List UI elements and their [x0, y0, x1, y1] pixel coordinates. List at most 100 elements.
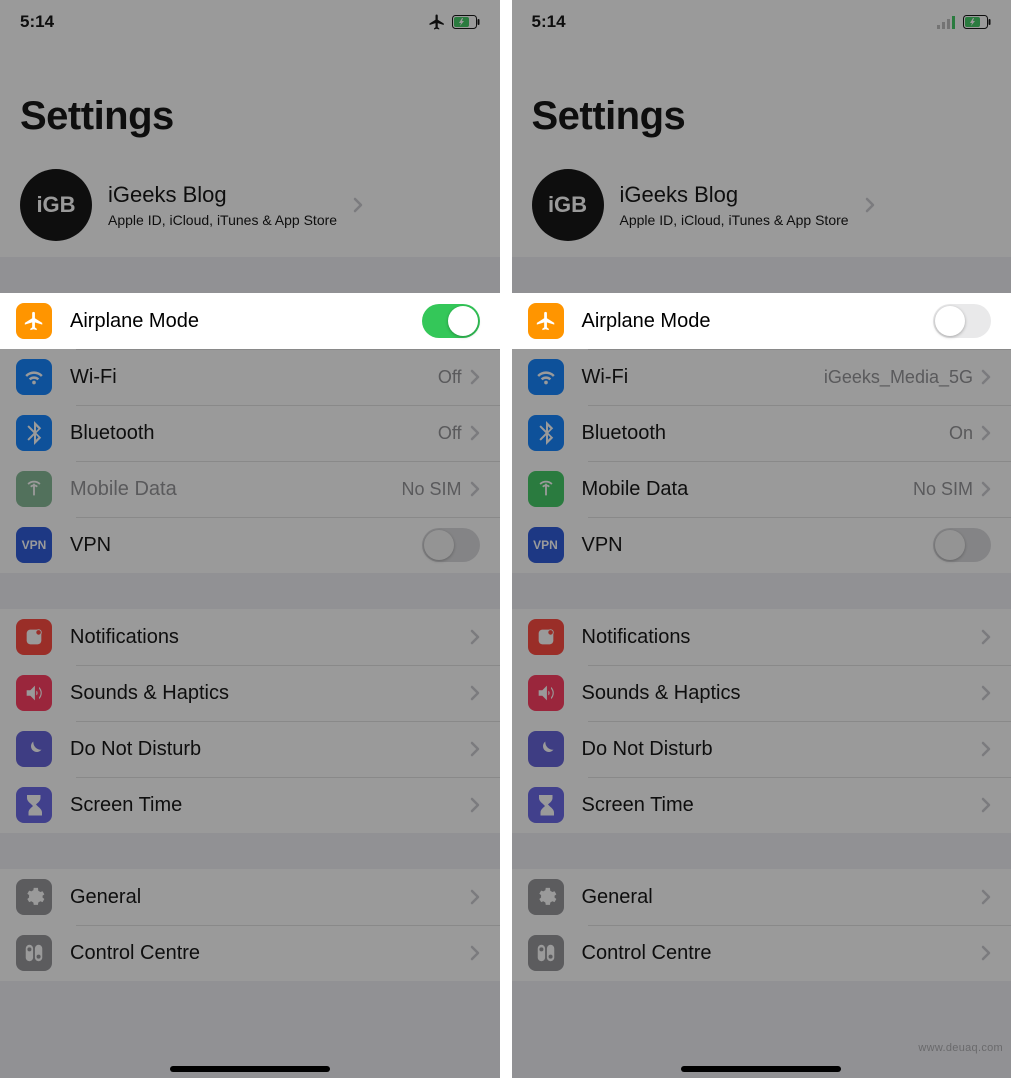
apple-id-sub: Apple ID, iCloud, iTunes & App Store: [108, 212, 337, 228]
row-sounds[interactable]: Sounds & Haptics: [512, 665, 1011, 721]
vpn-label: VPN: [70, 534, 422, 557]
row-vpn[interactable]: VPN VPN: [0, 517, 500, 573]
row-sounds[interactable]: Sounds & Haptics: [0, 665, 500, 721]
title-area: Settings: [0, 44, 500, 153]
chevron-right-icon: [470, 797, 480, 813]
chevron-right-icon: [470, 741, 480, 757]
wifi-value: Off: [438, 367, 462, 388]
chevron-right-icon: [981, 629, 991, 645]
row-general[interactable]: General: [512, 869, 1011, 925]
sounds-label: Sounds & Haptics: [582, 682, 982, 705]
general-label: General: [582, 886, 982, 909]
row-notifications[interactable]: Notifications: [512, 609, 1011, 665]
row-control-centre[interactable]: Control Centre: [512, 925, 1011, 981]
row-control-centre[interactable]: Control Centre: [0, 925, 500, 981]
moon-icon: [528, 731, 564, 767]
row-notifications[interactable]: Notifications: [0, 609, 500, 665]
page-title: Settings: [532, 94, 992, 139]
airplane-label: Airplane Mode: [70, 310, 422, 333]
row-wifi[interactable]: Wi-Fi Off: [0, 349, 500, 405]
row-dnd[interactable]: Do Not Disturb: [512, 721, 1011, 777]
chevron-right-icon: [470, 369, 480, 385]
status-bar: 5:14: [0, 0, 500, 44]
bluetooth-label: Bluetooth: [582, 422, 949, 445]
mobile-data-label: Mobile Data: [582, 478, 913, 501]
bluetooth-label: Bluetooth: [70, 422, 438, 445]
vpn-label: VPN: [582, 534, 934, 557]
chevron-right-icon: [470, 629, 480, 645]
vpn-icon: VPN: [528, 527, 564, 563]
connectivity-group: Airplane Mode Wi-Fi Off Bluetooth Off Mo…: [0, 293, 500, 573]
chevron-right-icon: [981, 481, 991, 497]
vpn-toggle[interactable]: [422, 528, 480, 562]
row-bluetooth[interactable]: Bluetooth Off: [0, 405, 500, 461]
bluetooth-icon: [16, 415, 52, 451]
general-label: General: [70, 886, 470, 909]
home-indicator[interactable]: [170, 1066, 330, 1072]
apple-id-name: iGeeks Blog: [620, 182, 849, 208]
avatar: iGB: [20, 169, 92, 241]
chevron-right-icon: [981, 425, 991, 441]
notifications-label: Notifications: [70, 626, 470, 649]
chevron-right-icon: [470, 889, 480, 905]
row-airplane-mode[interactable]: Airplane Mode: [0, 293, 500, 349]
control-centre-label: Control Centre: [70, 942, 470, 965]
battery-charging-icon: [963, 15, 991, 29]
dnd-label: Do Not Disturb: [582, 738, 982, 761]
status-time: 5:14: [532, 12, 566, 32]
cellular-icon: [16, 471, 52, 507]
bluetooth-value: On: [949, 423, 973, 444]
notifications-icon: [16, 619, 52, 655]
system-group: General Control Centre: [0, 869, 500, 981]
control-centre-icon: [16, 935, 52, 971]
alerts-group: Notifications Sounds & Haptics Do Not Di…: [0, 609, 500, 833]
home-indicator[interactable]: [681, 1066, 841, 1072]
apple-id-sub: Apple ID, iCloud, iTunes & App Store: [620, 212, 849, 228]
apple-id-row[interactable]: iGB iGeeks Blog Apple ID, iCloud, iTunes…: [0, 153, 500, 257]
wifi-value: iGeeks_Media_5G: [824, 367, 973, 388]
gear-icon: [528, 879, 564, 915]
notifications-icon: [528, 619, 564, 655]
row-dnd[interactable]: Do Not Disturb: [0, 721, 500, 777]
row-airplane-mode[interactable]: Airplane Mode: [512, 293, 1011, 349]
chevron-right-icon: [981, 369, 991, 385]
chevron-right-icon: [981, 685, 991, 701]
bluetooth-icon: [528, 415, 564, 451]
apple-id-row[interactable]: iGB iGeeks Blog Apple ID, iCloud, iTunes…: [512, 153, 1011, 257]
row-screen-time[interactable]: Screen Time: [512, 777, 1011, 833]
control-centre-icon: [528, 935, 564, 971]
airplane-toggle[interactable]: [933, 304, 991, 338]
moon-icon: [16, 731, 52, 767]
watermark: www.deuaq.com: [918, 1042, 1003, 1054]
alerts-group: Notifications Sounds & Haptics Do Not Di…: [512, 609, 1011, 833]
row-vpn[interactable]: VPN VPN: [512, 517, 1011, 573]
row-wifi[interactable]: Wi-Fi iGeeks_Media_5G: [512, 349, 1011, 405]
row-screen-time[interactable]: Screen Time: [0, 777, 500, 833]
status-time: 5:14: [20, 12, 54, 32]
chevron-right-icon: [981, 945, 991, 961]
title-area: Settings: [512, 44, 1011, 153]
bluetooth-value: Off: [438, 423, 462, 444]
status-bar: 5:14: [512, 0, 1011, 44]
airplane-mode-icon: [16, 303, 52, 339]
airplane-mode-icon: [528, 303, 564, 339]
row-mobile-data[interactable]: Mobile Data No SIM: [0, 461, 500, 517]
row-mobile-data[interactable]: Mobile Data No SIM: [512, 461, 1011, 517]
airplane-label: Airplane Mode: [582, 310, 934, 333]
wifi-label: Wi-Fi: [70, 366, 438, 389]
avatar: iGB: [532, 169, 604, 241]
phone-left: 5:14 Settings iGB iGeeks Blog Apple ID, …: [0, 0, 506, 1078]
chevron-right-icon: [470, 425, 480, 441]
wifi-label: Wi-Fi: [582, 366, 824, 389]
row-general[interactable]: General: [0, 869, 500, 925]
battery-charging-icon: [452, 15, 480, 29]
chevron-right-icon: [981, 741, 991, 757]
row-bluetooth[interactable]: Bluetooth On: [512, 405, 1011, 461]
chevron-right-icon: [470, 481, 480, 497]
airplane-toggle[interactable]: [422, 304, 480, 338]
vpn-toggle[interactable]: [933, 528, 991, 562]
screen-time-label: Screen Time: [70, 794, 470, 817]
phone-right: 5:14 Settings iGB iGeeks Blog Apple ID, …: [506, 0, 1011, 1078]
signal-icon: [937, 15, 957, 29]
chevron-right-icon: [470, 685, 480, 701]
